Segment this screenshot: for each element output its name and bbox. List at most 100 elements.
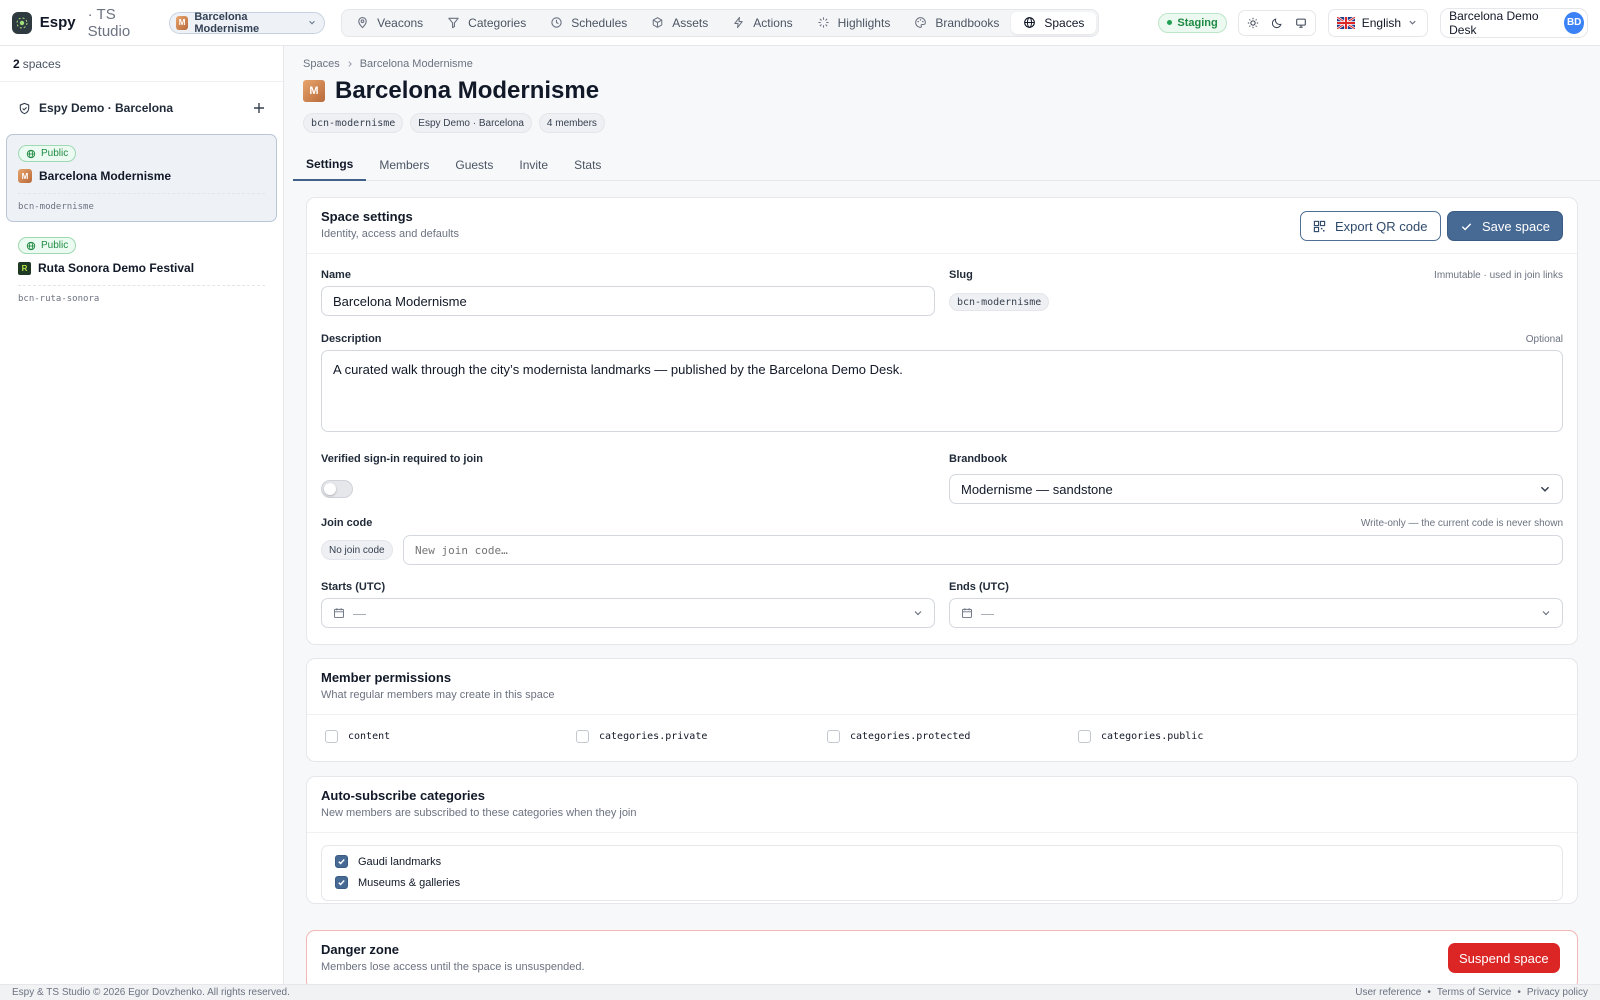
add-space-button[interactable] <box>253 102 265 114</box>
brand-name[interactable]: Espy <box>40 14 76 31</box>
footer-link-terms[interactable]: Terms of Service <box>1437 987 1511 998</box>
user-menu[interactable]: Barcelona Demo Desk BD <box>1440 7 1588 38</box>
card-title: Auto-subscribe categories <box>321 788 485 803</box>
page-title-row: M Barcelona Modernisme <box>303 77 599 105</box>
suspend-space-button[interactable]: Suspend space <box>1448 943 1560 973</box>
theme-dark-button[interactable] <box>1266 13 1288 33</box>
brandbook-select[interactable]: Modernisme — sandstone <box>949 474 1563 504</box>
tab-settings[interactable]: Settings <box>293 149 367 181</box>
space-switcher[interactable]: M Barcelona Modernisme <box>168 10 326 35</box>
globe-icon <box>26 241 36 250</box>
space-list-item[interactable]: Public M Barcelona Modernisme bcn-modern… <box>6 134 277 222</box>
nav-label: Categories <box>468 15 527 30</box>
slug-value: bcn-modernisme <box>949 293 1050 311</box>
space-name-row: M Barcelona Modernisme <box>18 169 265 183</box>
tab-members[interactable]: Members <box>366 149 442 181</box>
card-subtitle: Members lose access until the space is u… <box>321 961 585 973</box>
avatar: BD <box>1564 11 1584 34</box>
tab-stats[interactable]: Stats <box>561 149 614 181</box>
spaces-count: 2 spaces <box>0 46 283 82</box>
separator-dot: • <box>1427 987 1431 998</box>
permission-option[interactable]: categories.public <box>1078 730 1203 743</box>
page-title: Barcelona Modernisme <box>335 77 600 104</box>
nav-spaces[interactable]: Spaces <box>1011 11 1097 34</box>
description-textarea[interactable]: A curated walk through the city’s modern… <box>321 350 1563 432</box>
verified-signin-toggle[interactable] <box>321 480 353 498</box>
name-label: Name <box>321 269 351 281</box>
qr-code-icon <box>1313 220 1326 232</box>
category-checkbox[interactable] <box>335 876 348 889</box>
save-space-button[interactable]: Save space <box>1447 211 1563 241</box>
footer-link-privacy[interactable]: Privacy policy <box>1527 987 1588 998</box>
permission-option[interactable]: categories.protected <box>827 730 970 743</box>
category-list: Gaudi landmarks Museums & galleries <box>321 845 1563 901</box>
permission-option[interactable]: content <box>325 730 390 743</box>
auto-subscribe-card: Auto-subscribe categories New members ar… <box>306 776 1578 904</box>
category-checkbox[interactable] <box>335 855 348 868</box>
export-qr-button[interactable]: Export QR code <box>1300 211 1441 241</box>
shield-icon <box>19 102 30 114</box>
user-name: Barcelona Demo Desk <box>1449 8 1539 37</box>
ends-date-picker[interactable]: — <box>949 598 1563 628</box>
check-icon <box>338 859 345 865</box>
permission-checkbox[interactable] <box>325 730 338 743</box>
nav-label: Veacons <box>377 15 424 30</box>
theme-light-button[interactable] <box>1242 13 1264 33</box>
breadcrumb-root[interactable]: Spaces <box>303 58 340 70</box>
brandbook-label: Brandbook <box>949 453 1008 465</box>
visibility-label: Public <box>41 240 69 251</box>
nav-highlights[interactable]: Highlights <box>805 12 903 34</box>
slug-label: Slug <box>949 269 973 281</box>
espy-logo-icon[interactable] <box>12 11 32 34</box>
permission-label: categories.private <box>599 731 708 742</box>
check-icon <box>338 880 345 886</box>
nav-assets[interactable]: Assets <box>639 12 720 34</box>
spaces-count-number: 2 <box>13 56 20 71</box>
name-input[interactable]: Barcelona Modernisme <box>321 286 935 316</box>
uk-flag-icon <box>1336 16 1355 29</box>
theme-system-button[interactable] <box>1290 13 1312 33</box>
visibility-label: Public <box>41 148 69 159</box>
chevron-down-icon <box>309 20 315 25</box>
cube-icon <box>652 17 663 28</box>
breadcrumb-current: Barcelona Modernisme <box>359 58 473 70</box>
verified-label: Verified sign-in required to join <box>321 453 483 465</box>
nav-schedules[interactable]: Schedules <box>538 12 639 34</box>
nav-categories[interactable]: Categories <box>435 12 538 34</box>
globe-icon <box>1024 17 1036 28</box>
palette-icon <box>915 17 927 28</box>
tab-invite[interactable]: Invite <box>506 149 561 181</box>
starts-date-picker[interactable]: — <box>321 598 935 628</box>
card-subtitle: New members are subscribed to these cate… <box>321 807 637 819</box>
footer-link-user-reference[interactable]: User reference <box>1355 987 1421 998</box>
clock-icon <box>551 17 562 28</box>
nav-label: Highlights <box>837 15 891 30</box>
join-code-status-badge: No join code <box>321 540 393 560</box>
permission-option[interactable]: categories.private <box>576 730 707 743</box>
category-option[interactable]: Museums & galleries <box>335 876 460 889</box>
plus-icon <box>254 103 264 113</box>
join-code-input[interactable] <box>403 535 1563 565</box>
category-option[interactable]: Gaudi landmarks <box>335 855 441 868</box>
language-select[interactable]: English <box>1327 8 1429 37</box>
visibility-badge: Public <box>18 237 77 254</box>
permission-label: categories.protected <box>850 731 971 742</box>
nav-brandbooks[interactable]: Brandbooks <box>902 12 1011 34</box>
permission-checkbox[interactable] <box>1078 730 1091 743</box>
calendar-icon <box>962 608 972 618</box>
space-switcher-label: Barcelona Modernisme <box>194 10 260 35</box>
chevron-down-icon <box>1409 20 1416 25</box>
chevron-down-icon <box>1540 486 1550 492</box>
description-hint: Optional <box>1525 334 1563 345</box>
monitor-icon <box>1295 18 1306 28</box>
nav-actions[interactable]: Actions <box>720 12 804 34</box>
permission-checkbox[interactable] <box>827 730 840 743</box>
tab-guests[interactable]: Guests <box>442 149 506 181</box>
starts-label: Starts (UTC) <box>321 581 386 593</box>
space-slug: bcn-ruta-sonora <box>18 285 265 304</box>
space-avatar: M <box>303 80 325 102</box>
permission-checkbox[interactable] <box>576 730 589 743</box>
space-list-item[interactable]: Public R Ruta Sonora Demo Festival bcn-r… <box>6 226 277 314</box>
nav-veacons[interactable]: Veacons <box>344 12 435 34</box>
globe-icon <box>26 149 36 158</box>
